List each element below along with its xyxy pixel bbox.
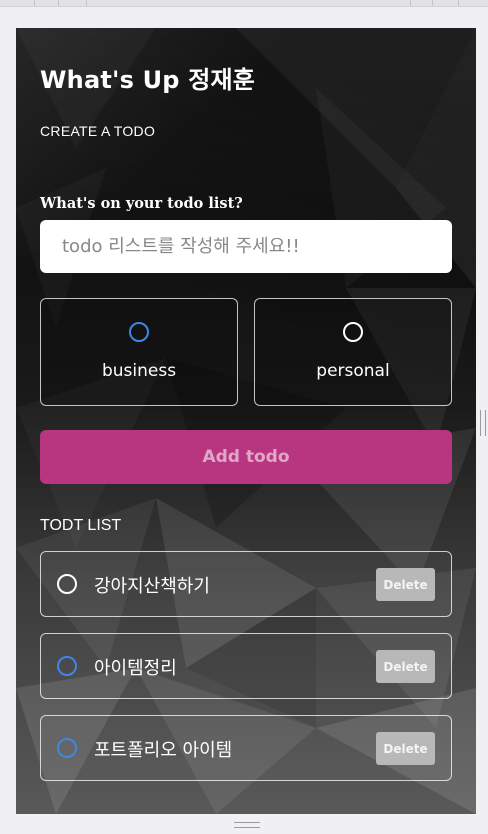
add-todo-button[interactable]: Add todo	[40, 430, 452, 484]
category-business[interactable]: business	[40, 298, 238, 406]
todo-input[interactable]	[40, 220, 452, 273]
check-circle-icon[interactable]	[57, 574, 77, 594]
category-label: personal	[316, 361, 390, 381]
category-label: business	[101, 361, 177, 381]
delete-button[interactable]: Delete	[376, 568, 435, 601]
todo-item: 아이템정리 Delete	[40, 633, 452, 699]
todo-item: 강아지산책하기 Delete	[40, 551, 452, 617]
todo-item-text: 아이템정리	[94, 658, 177, 679]
radio-circle-icon[interactable]	[129, 322, 149, 342]
check-circle-icon[interactable]	[57, 656, 77, 676]
page-title: What's Up 정재훈	[40, 66, 256, 94]
radio-circle-icon[interactable]	[343, 322, 363, 342]
resize-handle-bottom[interactable]	[234, 822, 260, 828]
todo-question-label: What's on your todo list?	[40, 195, 243, 212]
delete-button[interactable]: Delete	[376, 732, 435, 765]
check-circle-icon[interactable]	[57, 738, 77, 758]
resize-handle-right[interactable]	[480, 410, 486, 436]
todo-list-heading: TODT LIST	[40, 517, 122, 534]
todo-item: 포트폴리오 아이템 Delete	[40, 715, 452, 781]
delete-button[interactable]: Delete	[376, 650, 435, 683]
todo-item-text: 강아지산책하기	[94, 576, 210, 597]
create-heading: CREATE A TODO	[40, 123, 156, 139]
category-personal[interactable]: personal	[254, 298, 452, 406]
top-ruler	[0, 0, 488, 7]
todo-item-text: 포트폴리오 아이템	[94, 740, 233, 761]
todo-app: What's Up 정재훈 CREATE A TODO What's on yo…	[16, 28, 476, 814]
